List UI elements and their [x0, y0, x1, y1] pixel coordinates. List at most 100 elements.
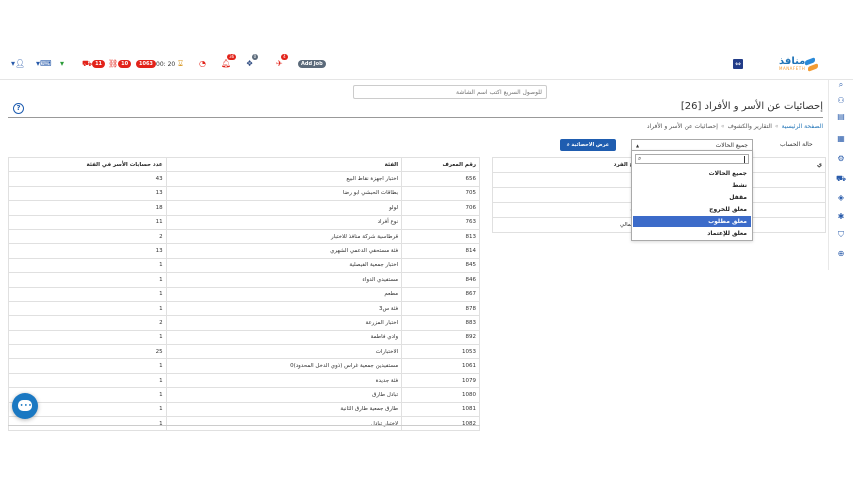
breadcrumb-separator-icon: » [774, 123, 779, 130]
table-row: 1 وادي فاطمة 892 [8, 329, 480, 346]
category-cell: طارق جمعية طارق الثانية [165, 401, 403, 418]
option-pending-required[interactable]: معلق مطلوب [633, 216, 751, 227]
search-icon[interactable]: ⌕ [836, 80, 846, 90]
dropdown-search-input[interactable]: ⌕ [635, 154, 749, 164]
option-locked[interactable]: مقفل [633, 192, 751, 203]
breadcrumb-reports[interactable]: التقارير والكشوف [728, 123, 772, 130]
calendar-icon[interactable]: ▦ [836, 134, 846, 144]
id-cell: 878 [401, 300, 480, 317]
account-status-label: حالة الحساب [780, 141, 813, 148]
breadcrumb-current: إحصائيات عن الأسر و الأفراد [646, 123, 718, 130]
users-button[interactable]: ❖ 0 [246, 54, 259, 71]
alerts-button[interactable]: ⛓ 10 [108, 57, 132, 71]
help-icon[interactable]: ? [13, 103, 24, 114]
user-menu-button[interactable]: ▾👤︎ [11, 57, 25, 71]
gear-icon[interactable]: ⚙ [836, 154, 846, 164]
brand-english: MANAFETH [779, 66, 806, 71]
count-cell: 2 [8, 315, 167, 331]
header-member-type: نوع الفرد [492, 157, 643, 173]
header-count: عدد حسابات الأسر في الفئة [8, 156, 167, 173]
table-row: 13 بطاقات الحبشي ابو رضا 705 [8, 185, 480, 202]
table-row: 1 تبادل طارق 1080 [8, 387, 480, 403]
id-cell: 763 [401, 214, 480, 230]
notifications-button[interactable]: 🔔︎ 36 [221, 54, 237, 71]
show-statistics-button[interactable]: ⌕ عرض الاحصائية [560, 139, 616, 151]
tasks-button[interactable]: ⛟ 11 [82, 57, 106, 71]
category-cell: اختبار اجهزة نقاط البيع [165, 171, 403, 187]
category-cell: مستفيدي الدواء [165, 272, 403, 288]
hourglass-button[interactable]: ⌛︎ [178, 57, 183, 71]
user-icon: ▾👤︎ [11, 59, 26, 68]
table-row: 1 فئة جديدة 1079 [8, 372, 480, 389]
settings-icon[interactable]: ✱ [836, 212, 846, 222]
header-id: رقم المعرف [401, 156, 480, 173]
shield-icon[interactable]: ⛉ [836, 230, 846, 240]
option-pending-approval[interactable]: معلق للإعتماد [633, 228, 751, 239]
add-job-badge: Add Job [298, 60, 326, 68]
count-cell: 1 [8, 372, 167, 389]
category-cell: نوع أفراد [165, 214, 403, 230]
header-category: الفئة [165, 156, 403, 173]
category-cell: مستفيدين جمعية غراس (ذوي الدخل المحدود)0 [165, 358, 403, 374]
count-cell: 13 [8, 243, 167, 259]
table-row: 1 لاختبار تبادل 1082 [8, 416, 480, 432]
status-dropdown: ⌕ جميع الحالات نشط مقفل معلق للخروج معلق… [631, 150, 753, 241]
id-cell: 883 [401, 315, 480, 331]
category-cell: الاختبارات [165, 344, 403, 360]
car-icon: ⛟ [82, 59, 93, 68]
id-card-icon[interactable]: ▤ [836, 112, 846, 122]
category-cell: فئة س3 [165, 300, 403, 317]
pending-count-button[interactable]: 1063 [136, 57, 156, 71]
chat-button[interactable]: ◔ [199, 57, 206, 71]
category-cell: قرطاسية شركة منافذ للاختبار [165, 228, 403, 245]
globe-icon[interactable]: ⊕ [836, 249, 846, 259]
caret-up-icon: ▲ [636, 143, 640, 148]
session-timer: 00: 20 [156, 57, 175, 71]
users-icon[interactable]: ⚇ [836, 96, 846, 106]
live-chat-button[interactable]: ••• [12, 393, 38, 419]
pending-count-badge: 1063 [136, 60, 156, 68]
table-row: 1 مطعم 867 [8, 286, 480, 302]
notifications-badge: 36 [227, 54, 237, 60]
chat-dots-icon: ••• [20, 403, 33, 409]
table-row: 43 اختبار اجهزة نقاط البيع 656 [8, 171, 480, 187]
sidebar-toggle-button[interactable]: ⇔ [733, 59, 743, 69]
option-active[interactable]: نشط [633, 180, 751, 191]
brand-logo[interactable]: منافذ MANAFETH [777, 52, 821, 76]
option-pending-exit[interactable]: معلق للخروج [633, 204, 751, 215]
id-cell: 1053 [401, 344, 480, 360]
wifi-button[interactable]: ▾ [60, 57, 64, 71]
category-cell: تبادل طارق [165, 387, 403, 403]
timer-text: 00: 20 [156, 60, 176, 68]
category-cell: لاختبار تبادل [165, 416, 403, 432]
category-cell: بطاقات الحبشي ابو رضا [165, 185, 403, 202]
top-bar: منافذ MANAFETH ⇔ Add Job ✈ 4 ❖ 0 🔔︎ 36 ◔… [0, 48, 853, 80]
comment-icon: ◔ [199, 59, 206, 68]
count-cell: 1 [8, 257, 167, 274]
show-statistics-label: عرض الاحصائية [571, 142, 610, 148]
page-title: إحصائيات عن الأسر و الأفراد [26] [680, 101, 823, 112]
id-cell: 656 [401, 171, 480, 187]
table-bottom-divider [8, 425, 480, 426]
member-type-cell: ولد [492, 187, 643, 203]
truck-icon[interactable]: ⛟ [836, 174, 846, 184]
quick-search-input[interactable] [353, 85, 547, 99]
count-cell: 1 [8, 272, 167, 288]
language-button[interactable]: ▾⌨ [36, 57, 52, 71]
id-cell: 814 [401, 243, 480, 259]
option-all[interactable]: جميع الحالات [633, 168, 751, 179]
table-row: 1 اختبار جمعية الفيصلية 845 [8, 257, 480, 274]
tag-icon[interactable]: ◈ [836, 193, 846, 203]
messages-badge: 4 [281, 54, 288, 60]
id-cell: 705 [401, 185, 480, 202]
category-cell: اختبار جمعية الفيصلية [165, 257, 403, 274]
brand-mark-icon [805, 57, 819, 72]
id-cell: 1081 [401, 401, 480, 418]
messages-button[interactable]: ✈ 4 [276, 54, 288, 71]
count-cell: 18 [8, 200, 167, 216]
count-cell: 1 [8, 300, 167, 317]
breadcrumb-home-link[interactable]: الصفحة الرئيسية [782, 123, 823, 130]
id-cell: 1061 [401, 358, 480, 374]
count-cell: 11 [8, 214, 167, 230]
add-job-button[interactable]: Add Job [298, 57, 326, 71]
